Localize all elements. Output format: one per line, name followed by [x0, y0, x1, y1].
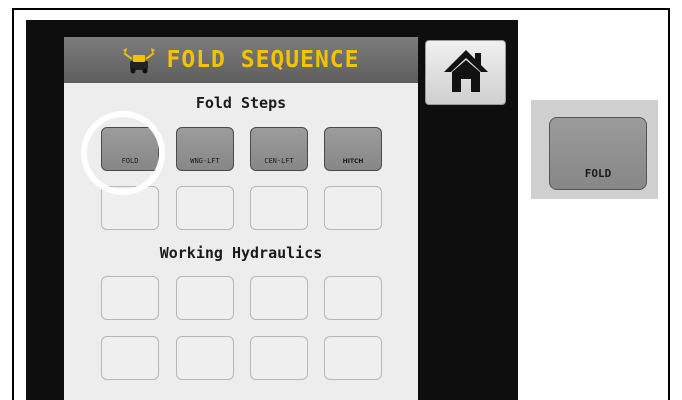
- fold-step-label: FOLD: [121, 157, 139, 165]
- fold-step-empty-slot[interactable]: [101, 186, 159, 230]
- fold-step-center-left-button[interactable]: CEN-LFT: [250, 127, 308, 171]
- fold-step-label: HITCH: [342, 158, 364, 165]
- hydraulic-empty-slot[interactable]: [176, 276, 234, 320]
- panel-header: FOLD SEQUENCE: [64, 37, 418, 83]
- hydraulic-empty-slot[interactable]: [176, 336, 234, 380]
- hydraulic-empty-slot[interactable]: [324, 336, 382, 380]
- fold-step-label: CEN-LFT: [264, 157, 294, 165]
- hydraulic-empty-slot[interactable]: [250, 336, 308, 380]
- hydraulic-empty-slot[interactable]: [101, 276, 159, 320]
- callout-label: FOLD: [584, 167, 612, 180]
- hydraulic-empty-slot[interactable]: [101, 336, 159, 380]
- hydraulic-empty-slot[interactable]: [250, 276, 308, 320]
- working-hydraulics-heading: Working Hydraulics: [159, 244, 323, 262]
- hydraulic-empty-slot[interactable]: [324, 276, 382, 320]
- home-icon: [442, 48, 490, 98]
- fold-step-hitch-button[interactable]: HITCH: [324, 127, 382, 171]
- fold-step-wing-left-button[interactable]: WNG-LFT: [176, 127, 234, 171]
- fold-steps-heading: Fold Steps: [195, 94, 287, 112]
- fold-step-fold-button[interactable]: FOLD: [101, 127, 159, 171]
- fold-step-label: WNG-LFT: [190, 157, 220, 165]
- fold-step-empty-slot[interactable]: [250, 186, 308, 230]
- hydraulic-fold-icon: [122, 45, 156, 75]
- home-button[interactable]: [425, 40, 506, 105]
- fold-step-empty-slot[interactable]: [176, 186, 234, 230]
- panel-title: FOLD SEQUENCE: [166, 47, 360, 73]
- fold-button-callout: FOLD: [549, 117, 647, 190]
- fold-step-empty-slot[interactable]: [324, 186, 382, 230]
